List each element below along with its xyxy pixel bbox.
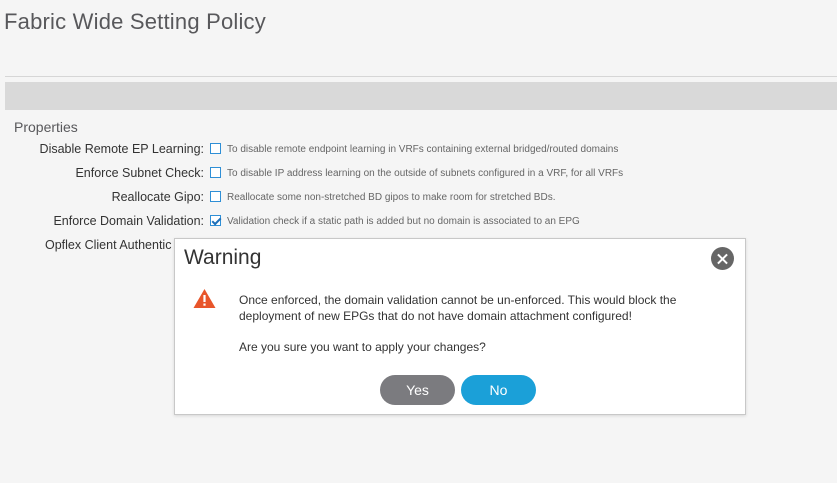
property-label: Enforce Subnet Check: (75, 166, 204, 180)
page-title: Fabric Wide Setting Policy (4, 9, 266, 34)
section-title: Properties (14, 119, 78, 135)
property-label: Reallocate Gipo: (111, 190, 204, 204)
no-button[interactable]: No (461, 375, 536, 405)
property-description: To disable IP address learning on the ou… (227, 168, 624, 179)
confirm-question: Are you sure you want to apply your chan… (239, 340, 486, 354)
property-label: Opflex Client Authentic (45, 238, 172, 252)
property-label: Enforce Domain Validation: (53, 214, 204, 228)
property-row-enforce-subnet: Enforce Subnet Check: To disable IP addr… (0, 165, 837, 183)
yes-button[interactable]: Yes (380, 375, 455, 405)
enforce-domain-validation-checkbox[interactable] (210, 215, 221, 226)
title-divider (5, 76, 837, 77)
property-description: Validation check if a static path is add… (227, 216, 580, 227)
dialog-title: Warning (184, 246, 262, 269)
warning-icon (193, 289, 216, 308)
disable-remote-ep-checkbox[interactable] (210, 143, 221, 154)
warning-dialog: Warning Once enforced, the domain valida… (174, 238, 746, 415)
toolbar-band (5, 82, 837, 110)
property-description: Reallocate some non-stretched BD gipos t… (227, 192, 556, 203)
property-description: To disable remote endpoint learning in V… (227, 144, 619, 155)
property-row-enforce-domain-validation: Enforce Domain Validation: Validation ch… (0, 213, 837, 231)
reallocate-gipo-checkbox[interactable] (210, 191, 221, 202)
property-label: Disable Remote EP Learning: (39, 142, 204, 156)
enforce-subnet-checkbox[interactable] (210, 167, 221, 178)
warning-message: Once enforced, the domain validation can… (239, 293, 677, 323)
property-row-reallocate-gipo: Reallocate Gipo: Reallocate some non-str… (0, 189, 837, 207)
property-row-disable-remote-ep: Disable Remote EP Learning: To disable r… (0, 141, 837, 159)
close-icon[interactable] (711, 247, 734, 270)
